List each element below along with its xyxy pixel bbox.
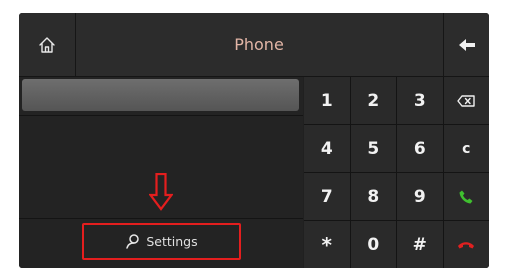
backspace-key[interactable]	[443, 77, 489, 124]
back-button[interactable]	[443, 13, 489, 76]
key-6[interactable]: 6	[397, 125, 443, 172]
page-title: Phone	[234, 35, 284, 54]
divider	[19, 115, 303, 116]
key-0[interactable]: 0	[350, 221, 396, 268]
home-button[interactable]	[19, 13, 76, 76]
call-key[interactable]	[443, 173, 489, 220]
phone-screen: Phone Settings 1 2 3 4 5 6 c 7 8 9 * 0 #	[19, 13, 489, 268]
hangup-icon	[458, 242, 475, 249]
key-4[interactable]: 4	[304, 125, 350, 172]
key-3[interactable]: 3	[397, 77, 443, 124]
header-bar: Phone	[19, 13, 489, 77]
key-5[interactable]: 5	[350, 125, 396, 172]
key-7[interactable]: 7	[304, 173, 350, 220]
number-display	[22, 79, 299, 111]
hangup-key[interactable]	[443, 221, 489, 268]
settings-label: Settings	[146, 234, 198, 249]
back-arrow-icon	[459, 38, 475, 51]
key-9[interactable]: 9	[397, 173, 443, 220]
key-star[interactable]: *	[304, 221, 350, 268]
key-1[interactable]: 1	[304, 77, 350, 124]
key-hash[interactable]: #	[397, 221, 443, 268]
home-icon	[39, 36, 55, 53]
keypad: 1 2 3 4 5 6 c 7 8 9 * 0 #	[304, 77, 489, 268]
key-8[interactable]: 8	[350, 173, 396, 220]
call-icon	[459, 190, 473, 203]
backspace-icon	[457, 94, 475, 107]
left-panel: Settings	[19, 77, 303, 268]
divider	[19, 218, 303, 219]
down-arrow-icon	[149, 173, 173, 211]
key-2[interactable]: 2	[350, 77, 396, 124]
person-icon	[126, 234, 140, 249]
clear-key[interactable]: c	[443, 125, 489, 172]
settings-button[interactable]: Settings	[82, 223, 241, 260]
